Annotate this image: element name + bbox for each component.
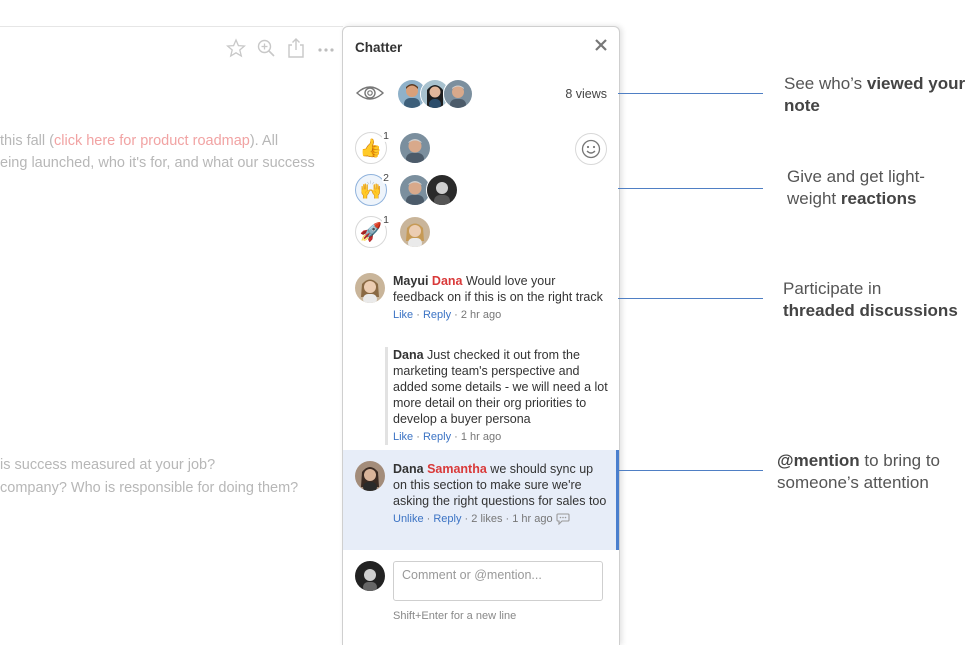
like-button[interactable]: Like [393, 431, 413, 443]
reaction-row: 🙌 2 [355, 172, 458, 207]
comment-text: Just checked it out from the marketing t… [393, 348, 608, 426]
avatar [426, 174, 458, 206]
comment-meta: Like · Reply · 2 hr ago [393, 309, 502, 321]
callout-reactions: Give and get light- weight reactions [787, 166, 925, 210]
chatter-panel: Chatter 8 views 👍 1 🙌 2 🚀 1 Mayui Dana W… [342, 26, 620, 645]
views-row: 8 views [355, 79, 607, 109]
speech-bubble-icon [556, 513, 570, 526]
raised-hands-icon: 🙌 [359, 179, 383, 200]
comment-time: · 1 hr ago [454, 431, 502, 443]
composer-hint: Shift+Enter for a new line [393, 610, 517, 622]
callout-bold: viewed your [866, 74, 966, 93]
comment-body: Mayui Dana Would love your feedback on i… [393, 273, 607, 323]
share-icon[interactable] [285, 37, 307, 59]
comment-author[interactable]: Dana [393, 462, 424, 476]
reaction-raised-hands-button[interactable]: 🙌 2 [355, 172, 390, 206]
more-icon[interactable] [315, 37, 337, 59]
callout-bold: note [784, 96, 820, 115]
reaction-avatars[interactable] [399, 216, 431, 248]
document-area: this fall (click here for product roadma… [0, 26, 343, 645]
callout-bold: @mention [777, 451, 860, 470]
callout-line [618, 93, 763, 94]
document-line-2: eing launched, who it's for, and what ou… [0, 155, 315, 171]
comment-input[interactable]: Comment or @mention... [393, 561, 603, 601]
star-icon[interactable] [225, 37, 247, 59]
close-button[interactable] [593, 37, 609, 53]
thumbs-up-icon: 👍 [359, 137, 383, 158]
likes-count: · 2 likes [464, 513, 503, 525]
zoom-in-icon[interactable] [255, 37, 277, 59]
callout-text: Participate in [783, 279, 882, 298]
callout-text: someone’s attention [777, 473, 929, 492]
callout-text: See who’s [784, 74, 867, 93]
document-line-4: company? Who is responsible for doing th… [0, 480, 299, 496]
reaction-count: 1 [382, 130, 390, 142]
avatar [399, 216, 431, 248]
callout-text: to bring to [859, 451, 941, 470]
comment-meta: Unlike · Reply · 2 likes · 1 hr ago [393, 511, 607, 527]
avatar [355, 561, 385, 591]
doc-text-span: ). All [249, 133, 279, 149]
document-line-1: this fall (click here for product roadma… [0, 130, 278, 152]
comment-author[interactable]: Mayui [393, 274, 428, 288]
eye-icon [355, 81, 385, 110]
avatar [355, 273, 385, 303]
add-reaction-button[interactable] [575, 133, 607, 165]
reply-comment: Dana Just checked it out from the market… [385, 347, 615, 445]
callout-views: See who’s viewed your note [784, 73, 965, 117]
reply-button[interactable]: Reply [423, 431, 451, 443]
avatar [399, 132, 431, 164]
smiley-icon [581, 139, 601, 159]
callout-bold: reactions [840, 189, 917, 208]
reaction-count: 1 [382, 214, 390, 226]
comment-meta: Like · Reply · 1 hr ago [393, 431, 502, 443]
comment-body: Dana Just checked it out from the market… [393, 347, 615, 445]
reaction-avatars[interactable] [399, 174, 458, 206]
rocket-icon: 🚀 [359, 221, 383, 242]
panel-title: Chatter [355, 40, 403, 55]
like-button[interactable]: Like [393, 309, 413, 321]
comment-author[interactable]: Dana [393, 348, 424, 362]
unlike-button[interactable]: Unlike [393, 513, 424, 525]
mention[interactable]: Dana [432, 274, 463, 288]
callout-text: Give and get light- [787, 167, 925, 186]
avatar [355, 461, 385, 491]
reply-button[interactable]: Reply [423, 309, 451, 321]
doc-text-span: this fall ( [0, 133, 54, 149]
reaction-count: 2 [382, 172, 390, 184]
callout-text: weight [787, 189, 841, 208]
product-roadmap-link[interactable]: click here for product roadmap [54, 133, 250, 149]
comment-time: · 1 hr ago [505, 513, 553, 525]
viewer-avatars[interactable] [397, 79, 473, 109]
comment-body: Dana Samantha we should sync up on this … [393, 461, 607, 527]
views-count: 8 views [565, 87, 607, 101]
callout-line [618, 470, 763, 471]
reaction-avatars[interactable] [399, 132, 431, 164]
document-line-3: is success measured at your job? [0, 457, 216, 473]
reaction-row: 👍 1 [355, 130, 431, 165]
close-icon [595, 39, 607, 51]
reply-button[interactable]: Reply [433, 513, 461, 525]
callout-threads: Participate in threaded discussions [783, 278, 958, 322]
reaction-rocket-button[interactable]: 🚀 1 [355, 214, 390, 248]
reaction-row: 🚀 1 [355, 214, 431, 249]
reaction-thumbs-up-button[interactable]: 👍 1 [355, 130, 390, 164]
callout-line [618, 298, 763, 299]
comment-time: · 2 hr ago [454, 309, 502, 321]
avatar [443, 79, 473, 109]
callout-mention: @mention to bring to someone’s attention [777, 450, 940, 494]
document-toolbar [225, 37, 337, 59]
callout-line [618, 188, 763, 189]
comment-text: we should sync up on this section to mak… [393, 462, 607, 508]
mention[interactable]: Samantha [427, 462, 487, 476]
callout-bold: threaded discussions [783, 301, 958, 320]
